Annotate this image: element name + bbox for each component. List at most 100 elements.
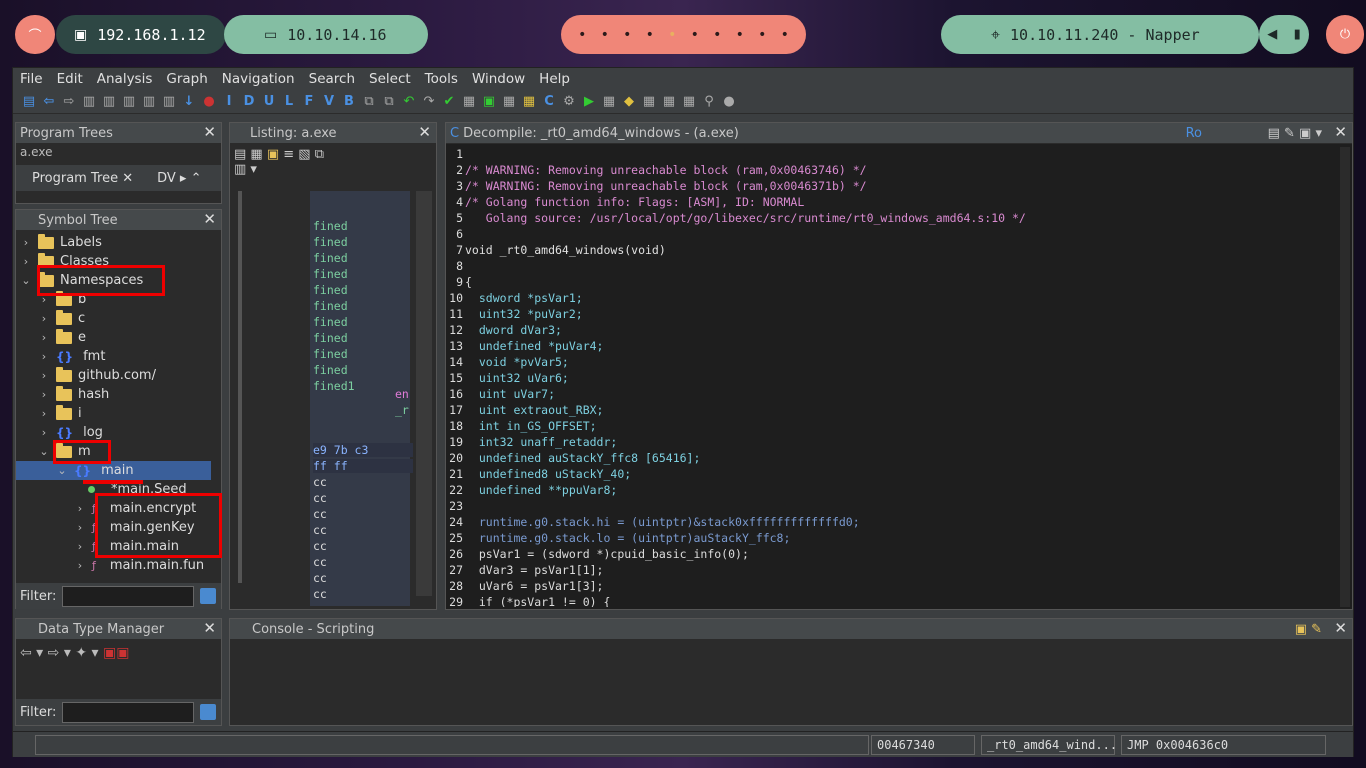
menu-edit[interactable]: Edit	[57, 71, 83, 87]
graph-icon[interactable]: ⚙	[561, 94, 577, 110]
tool-1-icon[interactable]: ▦	[461, 94, 477, 110]
symbol-tree-item[interactable]: › Labels	[16, 233, 211, 252]
chevron-icon[interactable]: ›	[38, 293, 50, 306]
nav-2-icon[interactable]: ▥	[101, 94, 117, 110]
close-icon[interactable]: ✕	[1334, 619, 1347, 637]
chevron-icon[interactable]: ›	[38, 350, 50, 363]
run-icon[interactable]: ▶	[581, 94, 597, 110]
chevron-icon[interactable]: ›	[38, 426, 50, 439]
menu-file[interactable]: File	[20, 71, 43, 87]
tool-2-icon[interactable]: ▣	[481, 94, 497, 110]
workspace-1-dot[interactable]: •	[578, 27, 586, 43]
decompile-scrollbar[interactable]	[1340, 147, 1350, 607]
symbol-tree-item[interactable]: › github.com/	[16, 366, 211, 385]
snapshot-2-icon[interactable]: ⧉	[381, 94, 397, 110]
chevron-icon[interactable]: ›	[20, 236, 32, 249]
decompile-toolbar-icons[interactable]: ▤ ✎ ▣ ▾	[1268, 126, 1322, 141]
chevron-icon[interactable]: ›	[74, 540, 86, 553]
listing-overview-bar[interactable]	[416, 191, 432, 596]
chevron-icon[interactable]: ⌄	[38, 445, 50, 458]
symbol-tree-item[interactable]: › c	[16, 309, 211, 328]
filter-input[interactable]	[62, 701, 195, 723]
symbol-tree-item[interactable]: › ƒ main.encrypt	[16, 499, 211, 518]
menu-navigation[interactable]: Navigation	[222, 71, 295, 87]
menu-select[interactable]: Select	[369, 71, 411, 87]
save-icon[interactable]: ▤	[21, 94, 37, 110]
filter-input[interactable]	[62, 585, 195, 607]
console-toolbar-icons[interactable]: ▣ ✎	[1295, 622, 1322, 637]
value-icon[interactable]: V	[321, 94, 337, 110]
filter-options-icon[interactable]	[200, 588, 217, 604]
symbol-tree-item[interactable]: › ƒ main.main	[16, 537, 211, 556]
menu-help[interactable]: Help	[539, 71, 570, 87]
workspace-switcher[interactable]: • • • • • • • • • •	[561, 15, 806, 54]
symbol-tree-item[interactable]: › ƒ main.main.fun	[16, 556, 211, 573]
instruction-icon[interactable]: I	[221, 94, 237, 110]
chevron-icon[interactable]: ›	[38, 407, 50, 420]
power-button[interactable]: ⏻	[1326, 15, 1364, 54]
symbol-tree-item[interactable]: ⌄ {} main	[16, 461, 211, 480]
tool-8-icon[interactable]: ▦	[641, 94, 657, 110]
menu-analysis[interactable]: Analysis	[97, 71, 153, 87]
bytes-icon[interactable]: B	[341, 94, 357, 110]
tab-dv[interactable]: DV ▸ ⌃	[133, 171, 201, 186]
symbol-tree-item[interactable]: › Classes	[16, 252, 211, 271]
tool-11-icon[interactable]: ⚲	[701, 94, 717, 110]
chevron-icon[interactable]: ›	[20, 255, 32, 268]
tab-program-tree[interactable]: Program Tree ✕	[16, 171, 133, 186]
stop-icon[interactable]: ●	[201, 94, 217, 110]
tool-9-icon[interactable]: ▦	[661, 94, 677, 110]
tool-3-icon[interactable]: ▦	[501, 94, 517, 110]
workspace-7-dot[interactable]: •	[713, 27, 721, 43]
workspace-6-dot[interactable]: •	[691, 27, 699, 43]
menu-window[interactable]: Window	[472, 71, 525, 87]
launcher-button[interactable]: ⌒	[15, 15, 55, 54]
chevron-icon[interactable]: ⌄	[20, 274, 32, 287]
tool-6-icon[interactable]: ▦	[601, 94, 617, 110]
snapshot-icon[interactable]: ⧉	[361, 94, 377, 110]
ro-label[interactable]: Ro	[1186, 126, 1202, 141]
symbol-tree-item[interactable]: › hash	[16, 385, 211, 404]
chevron-icon[interactable]: ›	[74, 559, 86, 572]
nav-1-icon[interactable]: ▥	[81, 94, 97, 110]
volume-icon[interactable]: ◀	[1267, 27, 1277, 42]
close-icon[interactable]: ✕	[203, 123, 216, 141]
chevron-icon[interactable]: ›	[38, 388, 50, 401]
symbol-tree-item[interactable]: › b	[16, 290, 211, 309]
chevron-icon[interactable]: ›	[74, 521, 86, 534]
label-icon[interactable]: L	[281, 94, 297, 110]
nav-4-icon[interactable]: ▥	[141, 94, 157, 110]
nav-3-icon[interactable]: ▥	[121, 94, 137, 110]
nav-5-icon[interactable]: ▥	[161, 94, 177, 110]
symbol-tree-item[interactable]: › e	[16, 328, 211, 347]
tool-12-icon[interactable]: ●	[721, 94, 737, 110]
chevron-icon[interactable]: ›	[74, 502, 86, 515]
symbol-tree-item[interactable]: ⌄ m	[16, 442, 211, 461]
check-icon[interactable]: ✔	[441, 94, 457, 110]
symbol-tree-item[interactable]: ⌄ Namespaces	[16, 271, 211, 290]
decompile-code[interactable]: 1 2/* WARNING: Removing unreachable block…	[448, 147, 1328, 607]
forward-icon[interactable]: ⇨	[61, 94, 77, 110]
symbol-tree-item[interactable]: › {} log	[16, 423, 211, 442]
close-icon[interactable]: ✕	[418, 123, 431, 141]
data-icon[interactable]: D	[241, 94, 257, 110]
tool-7-icon[interactable]: ◆	[621, 94, 637, 110]
close-icon[interactable]: ✕	[203, 619, 216, 637]
menu-search[interactable]: Search	[309, 71, 355, 87]
menu-tools[interactable]: Tools	[425, 71, 458, 87]
function-icon[interactable]: F	[301, 94, 317, 110]
tool-5-icon[interactable]: C	[541, 94, 557, 110]
tool-10-icon[interactable]: ▦	[681, 94, 697, 110]
workspace-4-dot[interactable]: •	[646, 27, 654, 43]
symbol-tree-item[interactable]: › i	[16, 404, 211, 423]
lock-icon[interactable]: ▮	[1294, 27, 1301, 42]
menu-graph[interactable]: Graph	[166, 71, 207, 87]
workspace-8-dot[interactable]: •	[736, 27, 744, 43]
workspace-9-dot[interactable]: •	[758, 27, 766, 43]
close-icon[interactable]: ✕	[203, 210, 216, 228]
workspace-3-dot[interactable]: •	[623, 27, 631, 43]
symbol-tree-item[interactable]: *main.Seed	[16, 480, 211, 499]
back-icon[interactable]: ⇦	[41, 94, 57, 110]
workspace-2-dot[interactable]: •	[601, 27, 609, 43]
chevron-icon[interactable]: ›	[38, 369, 50, 382]
